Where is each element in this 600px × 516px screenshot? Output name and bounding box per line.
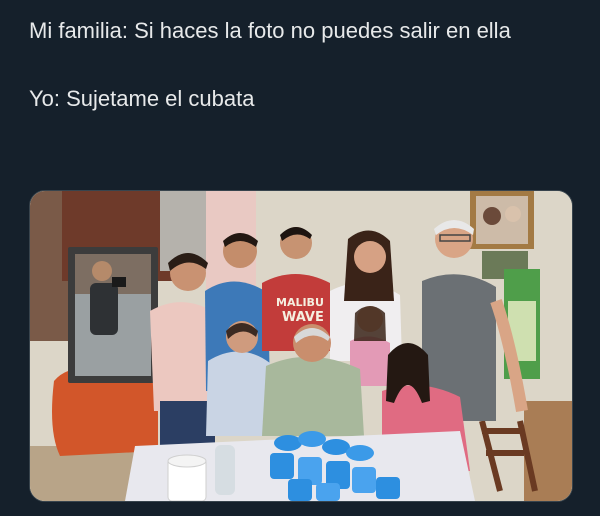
photographer-reflection-head (92, 261, 112, 281)
tweet-text: Mi familia: Si haces la foto no puedes s… (29, 14, 569, 116)
wall-picture (476, 196, 528, 244)
tweet-line-2: Yo: Sujetame el cubata (29, 86, 255, 111)
tweet-line-1: Mi familia: Si haces la foto no puedes s… (29, 18, 511, 43)
elder-man-shirt (262, 356, 364, 436)
shirt-print-line1: MALIBU (276, 296, 324, 309)
water-bottle (215, 445, 235, 495)
phone-reflection (112, 277, 126, 287)
photographer-reflection-body (90, 283, 118, 335)
tweet-photo[interactable]: MALIBU WAVE (29, 190, 573, 502)
line-spacer (29, 48, 569, 82)
shirt-print-line2: WAVE (282, 310, 324, 325)
family-photo-illustration: MALIBU WAVE (30, 191, 572, 501)
